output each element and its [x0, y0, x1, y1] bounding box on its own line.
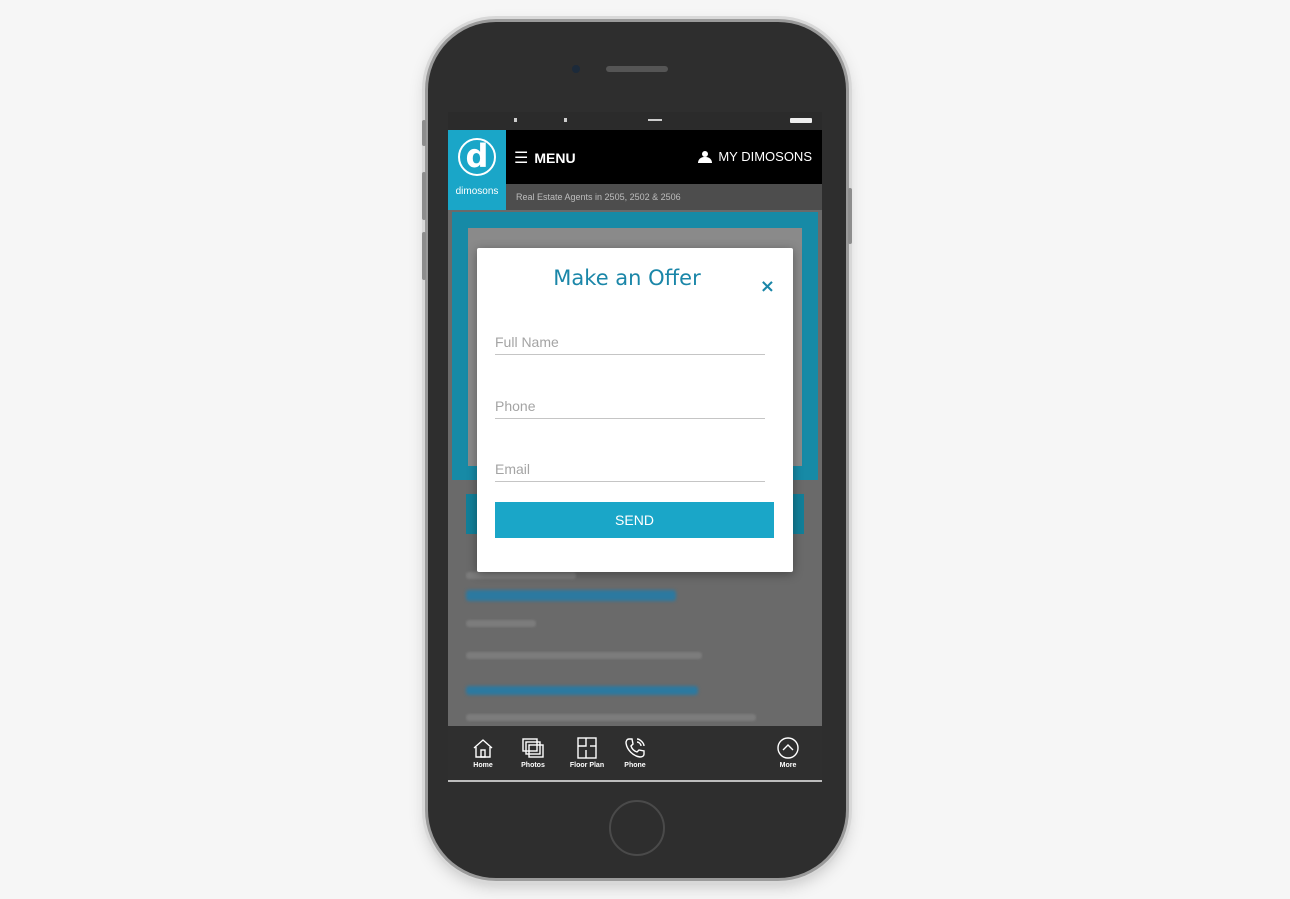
nav-item-phone[interactable]: Phone [612, 734, 658, 769]
power-button [848, 188, 852, 244]
status-bar [448, 112, 822, 130]
menu-button[interactable]: ☰ MENU [514, 148, 576, 168]
phone-icon [612, 734, 658, 762]
listing-blurred-line [466, 572, 576, 579]
silent-switch [422, 120, 426, 146]
send-button[interactable]: SEND [495, 502, 774, 538]
nav-label-more: More [779, 762, 797, 769]
nav-label-phone: Phone [624, 762, 646, 769]
logo-brand-name: dimosons [455, 186, 499, 197]
nav-label-home: Home [473, 762, 493, 769]
dialog-title: Make an Offer [553, 266, 701, 290]
wifi-icon [648, 119, 662, 121]
make-offer-dialog: Make an Offer × SEND [477, 248, 793, 572]
account-label: MY DIMOSONS [718, 149, 812, 164]
photos-icon [510, 734, 556, 762]
nav-item-photos[interactable]: Photos [510, 734, 556, 769]
nav-item-home[interactable]: Home [460, 734, 506, 769]
floor-plan-icon [564, 734, 610, 762]
volume-up-button [422, 172, 426, 220]
hamburger-icon: ☰ [514, 150, 529, 167]
email-field[interactable] [495, 457, 765, 482]
nav-item-floor-plan[interactable]: Floor Plan [564, 734, 610, 769]
nav-item-more[interactable]: More [765, 734, 811, 769]
user-icon [698, 150, 713, 163]
earpiece-speaker [606, 66, 668, 72]
listing-blurred-link [466, 686, 698, 695]
close-icon[interactable]: × [760, 276, 775, 297]
listing-blurred-line [466, 714, 756, 721]
signal-icon [514, 118, 517, 122]
listing-blurred-line [466, 652, 702, 659]
front-camera [572, 65, 580, 73]
listing-blurred-line [466, 620, 536, 627]
full-name-field[interactable] [495, 330, 765, 355]
listing-blurred-title [466, 590, 676, 601]
battery-icon [790, 118, 812, 123]
logo-mark: d [458, 138, 496, 176]
account-button[interactable]: MY DIMOSONS [698, 149, 812, 164]
chevron-up-circle-icon [765, 734, 811, 762]
bottom-nav: Home Photos Floor Plan Phone More [448, 726, 822, 782]
menu-label: MENU [534, 150, 576, 166]
site-logo[interactable]: d dimosons [448, 130, 506, 210]
status-dot-icon [564, 118, 567, 122]
tagline: Real Estate Agents in 2505, 2502 & 2506 [506, 184, 822, 210]
home-button[interactable] [609, 800, 665, 856]
phone-field[interactable] [495, 394, 765, 419]
house-icon [460, 734, 506, 762]
volume-down-button [422, 232, 426, 280]
nav-label-floor-plan: Floor Plan [569, 762, 605, 769]
nav-label-photos: Photos [521, 762, 545, 769]
